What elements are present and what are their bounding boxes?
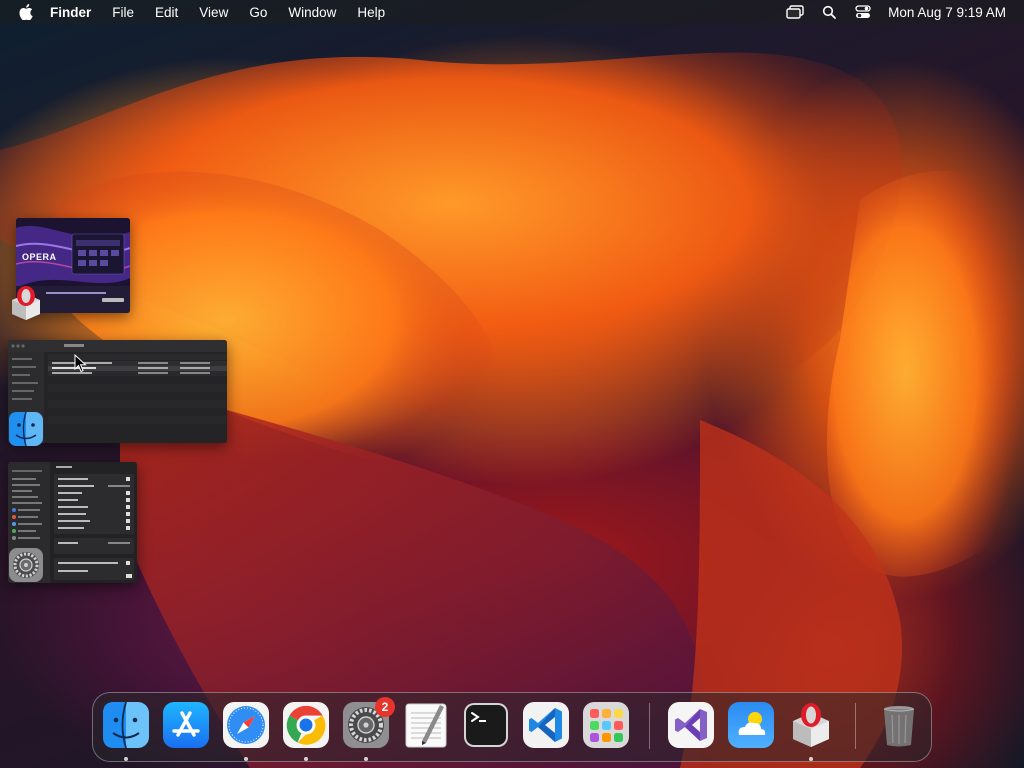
dock-chrome[interactable] <box>282 701 330 749</box>
opera-thumb-wordmark: OPERA <box>22 252 57 262</box>
dock-running-indicator <box>244 757 248 761</box>
app-store-icon <box>163 702 209 748</box>
screen-mirroring-icon[interactable] <box>786 4 804 20</box>
notification-badge: 2 <box>375 697 395 717</box>
vscode-icon <box>523 702 569 748</box>
trash-icon <box>883 706 915 747</box>
dock-running-indicator <box>124 757 128 761</box>
safari-icon <box>223 702 269 748</box>
menu-bar-clock[interactable]: Mon Aug 7 9:19 AM <box>888 5 1006 20</box>
chrome-icon <box>283 702 329 748</box>
spotlight-search-icon[interactable] <box>820 4 838 20</box>
dock-trash[interactable] <box>875 701 923 749</box>
opera-installer-icon <box>7 284 45 322</box>
control-center-icon[interactable] <box>854 4 872 20</box>
menu-file[interactable]: File <box>112 5 134 20</box>
textedit-icon <box>405 703 447 748</box>
dock-running-indicator <box>364 757 368 761</box>
launchpad-icon <box>583 702 629 748</box>
finder-icon <box>103 701 149 749</box>
dock-separator <box>855 703 856 749</box>
dock-vscode[interactable] <box>522 701 570 749</box>
apple-logo-icon[interactable] <box>18 4 34 20</box>
dock-terminal[interactable] <box>462 701 510 749</box>
dock-weather[interactable] <box>727 701 775 749</box>
dock: 2 <box>92 692 932 762</box>
menu-view[interactable]: View <box>199 5 228 20</box>
dock-launchpad[interactable] <box>582 701 630 749</box>
system-settings-icon <box>7 546 45 584</box>
dock-textedit[interactable] <box>402 701 450 749</box>
weather-icon <box>728 702 774 748</box>
dock-running-indicator <box>809 757 813 761</box>
menu-bar: Finder File Edit View Go Window Help Mon… <box>0 0 1024 24</box>
dock-app-store[interactable] <box>162 701 210 749</box>
dock-opera-installer[interactable] <box>787 701 835 749</box>
dock-finder[interactable] <box>102 701 150 749</box>
menu-go[interactable]: Go <box>249 5 267 20</box>
dock-safari[interactable] <box>222 701 270 749</box>
dock-visual-studio[interactable] <box>667 701 715 749</box>
menu-window[interactable]: Window <box>288 5 336 20</box>
opera-installer-icon <box>793 703 829 747</box>
dock-running-indicator <box>304 757 308 761</box>
mouse-cursor-icon <box>74 354 87 373</box>
visual-studio-icon <box>668 702 714 748</box>
menu-app-name[interactable]: Finder <box>50 5 91 20</box>
menu-edit[interactable]: Edit <box>155 5 178 20</box>
terminal-icon <box>464 703 508 747</box>
dock-separator <box>649 703 650 749</box>
menu-bar-status-area: Mon Aug 7 9:19 AM <box>770 0 1006 24</box>
finder-icon <box>7 410 45 448</box>
menu-help[interactable]: Help <box>357 5 385 20</box>
